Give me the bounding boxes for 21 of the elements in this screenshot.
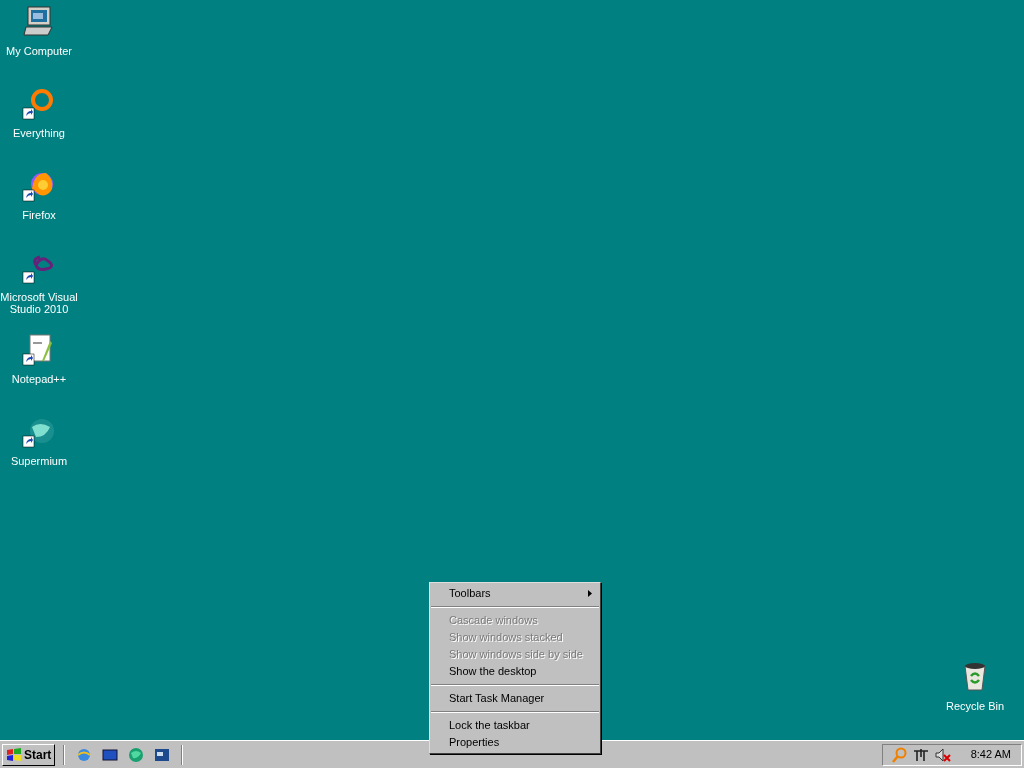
icon-label[interactable]: Supermium (10, 455, 68, 467)
shortcut-app-icon[interactable] (22, 87, 56, 121)
icon-label[interactable]: Firefox (22, 209, 56, 221)
start-button[interactable]: Start (2, 743, 56, 766)
windows-logo-icon (6, 747, 22, 762)
icon-label[interactable]: Everything (13, 127, 65, 139)
icon-label[interactable]: My Computer (6, 45, 72, 57)
icon-label[interactable]: Recycle Bin (945, 698, 1005, 715)
icon-label[interactable]: Notepad++ (11, 373, 67, 385)
menu-item[interactable]: Show the desktop (430, 663, 600, 680)
window-icon[interactable] (154, 746, 171, 763)
icon-label[interactable]: Microsoft Visual Studio 2010 (0, 291, 78, 315)
menu-item[interactable]: Toolbars (430, 585, 600, 602)
menu-item[interactable]: Lock the taskbar (430, 717, 600, 734)
menu-item[interactable]: Properties (430, 734, 600, 751)
volume-muted-icon[interactable] (934, 746, 951, 763)
menu-item[interactable]: Start Task Manager (430, 690, 600, 707)
show-desktop-icon[interactable] (102, 746, 119, 763)
network-icon[interactable] (912, 746, 929, 763)
app-icon[interactable] (22, 5, 56, 39)
clock[interactable]: 8:42 AM (970, 746, 1011, 763)
